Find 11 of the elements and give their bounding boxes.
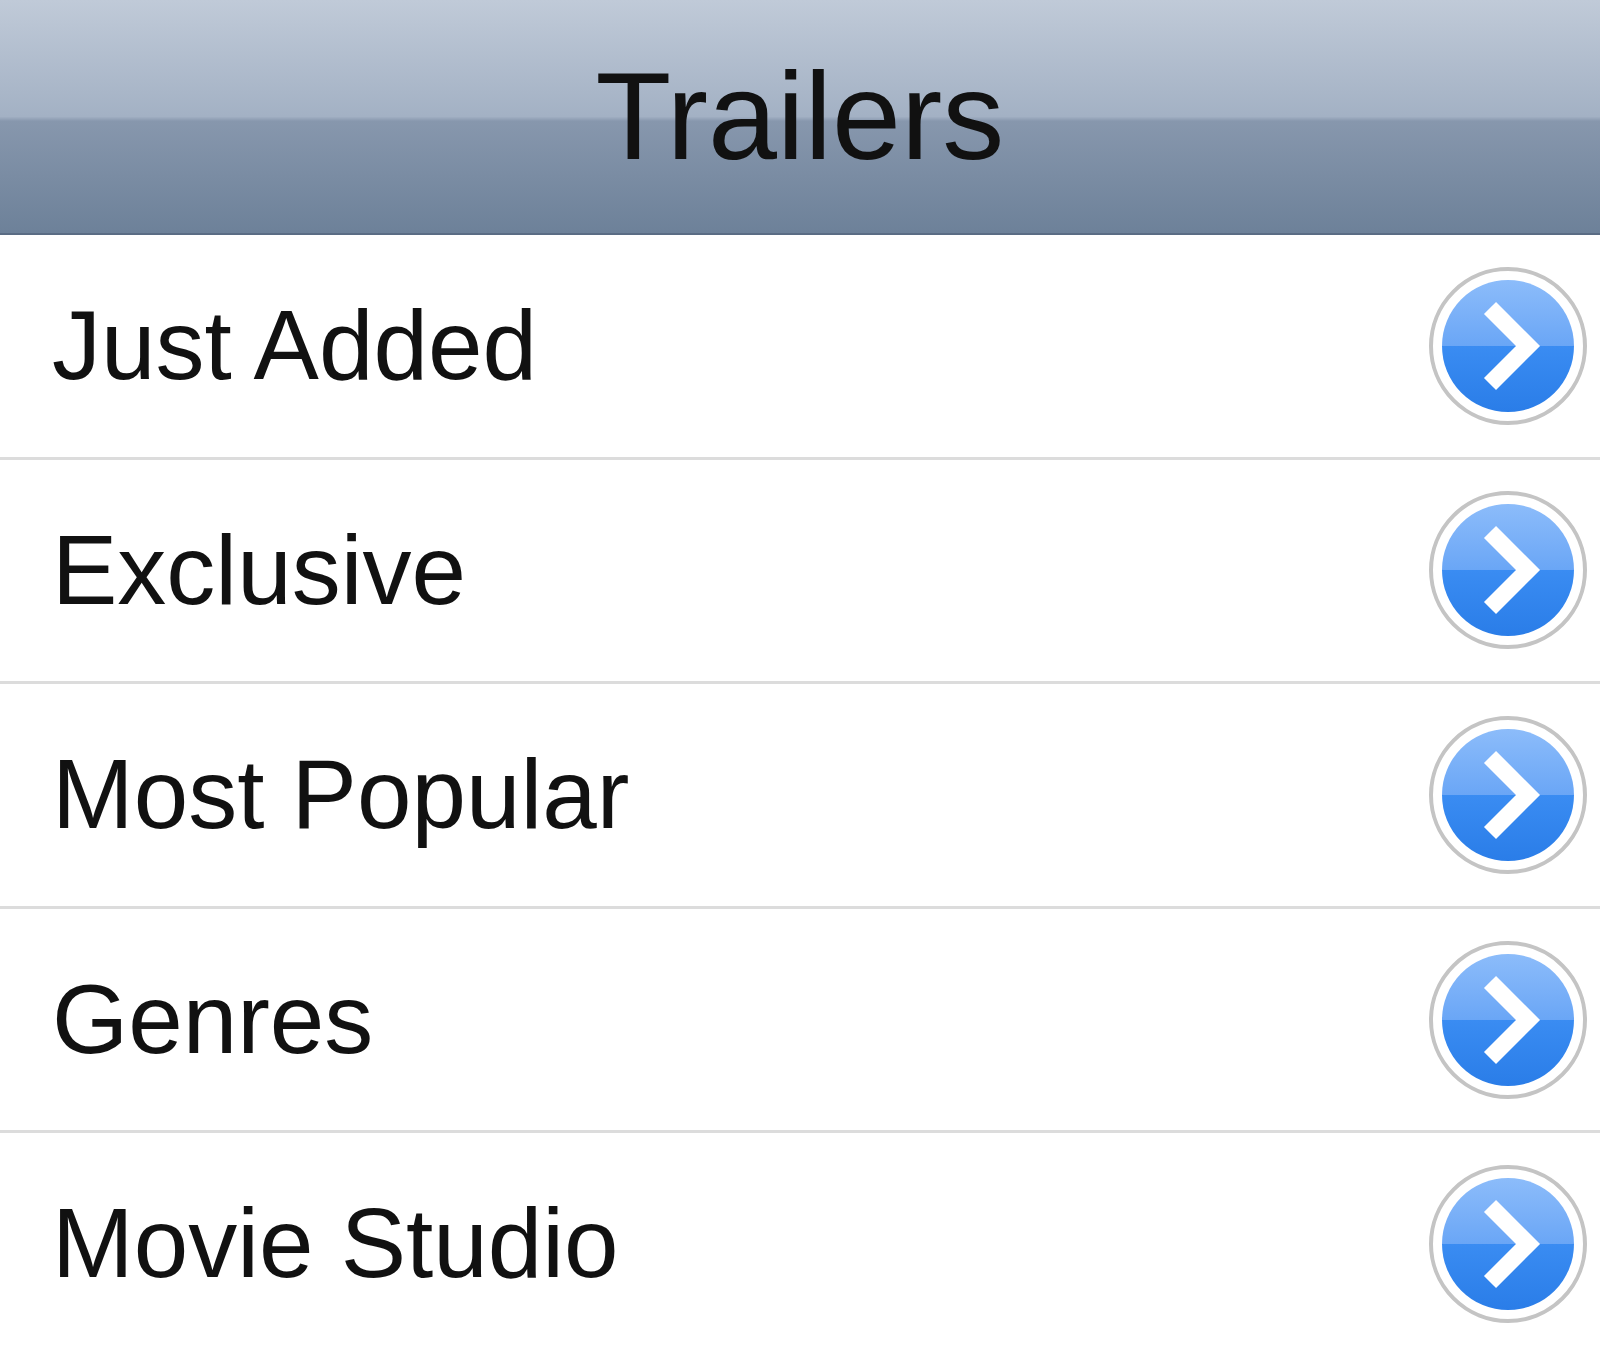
disclosure-button[interactable] [1428, 490, 1588, 651]
row-label: Most Popular [52, 738, 630, 852]
row-label: Just Added [52, 289, 537, 402]
disclosure-button[interactable] [1428, 939, 1588, 1100]
row-label: Movie Studio [52, 1187, 619, 1301]
page-title: Trailers [595, 46, 1005, 188]
row-label: Genres [52, 962, 374, 1076]
disclosure-button[interactable] [1428, 265, 1588, 426]
disclosure-button[interactable] [1428, 1164, 1588, 1325]
row-label: Exclusive [52, 513, 466, 627]
disclosure-button[interactable] [1428, 715, 1588, 875]
